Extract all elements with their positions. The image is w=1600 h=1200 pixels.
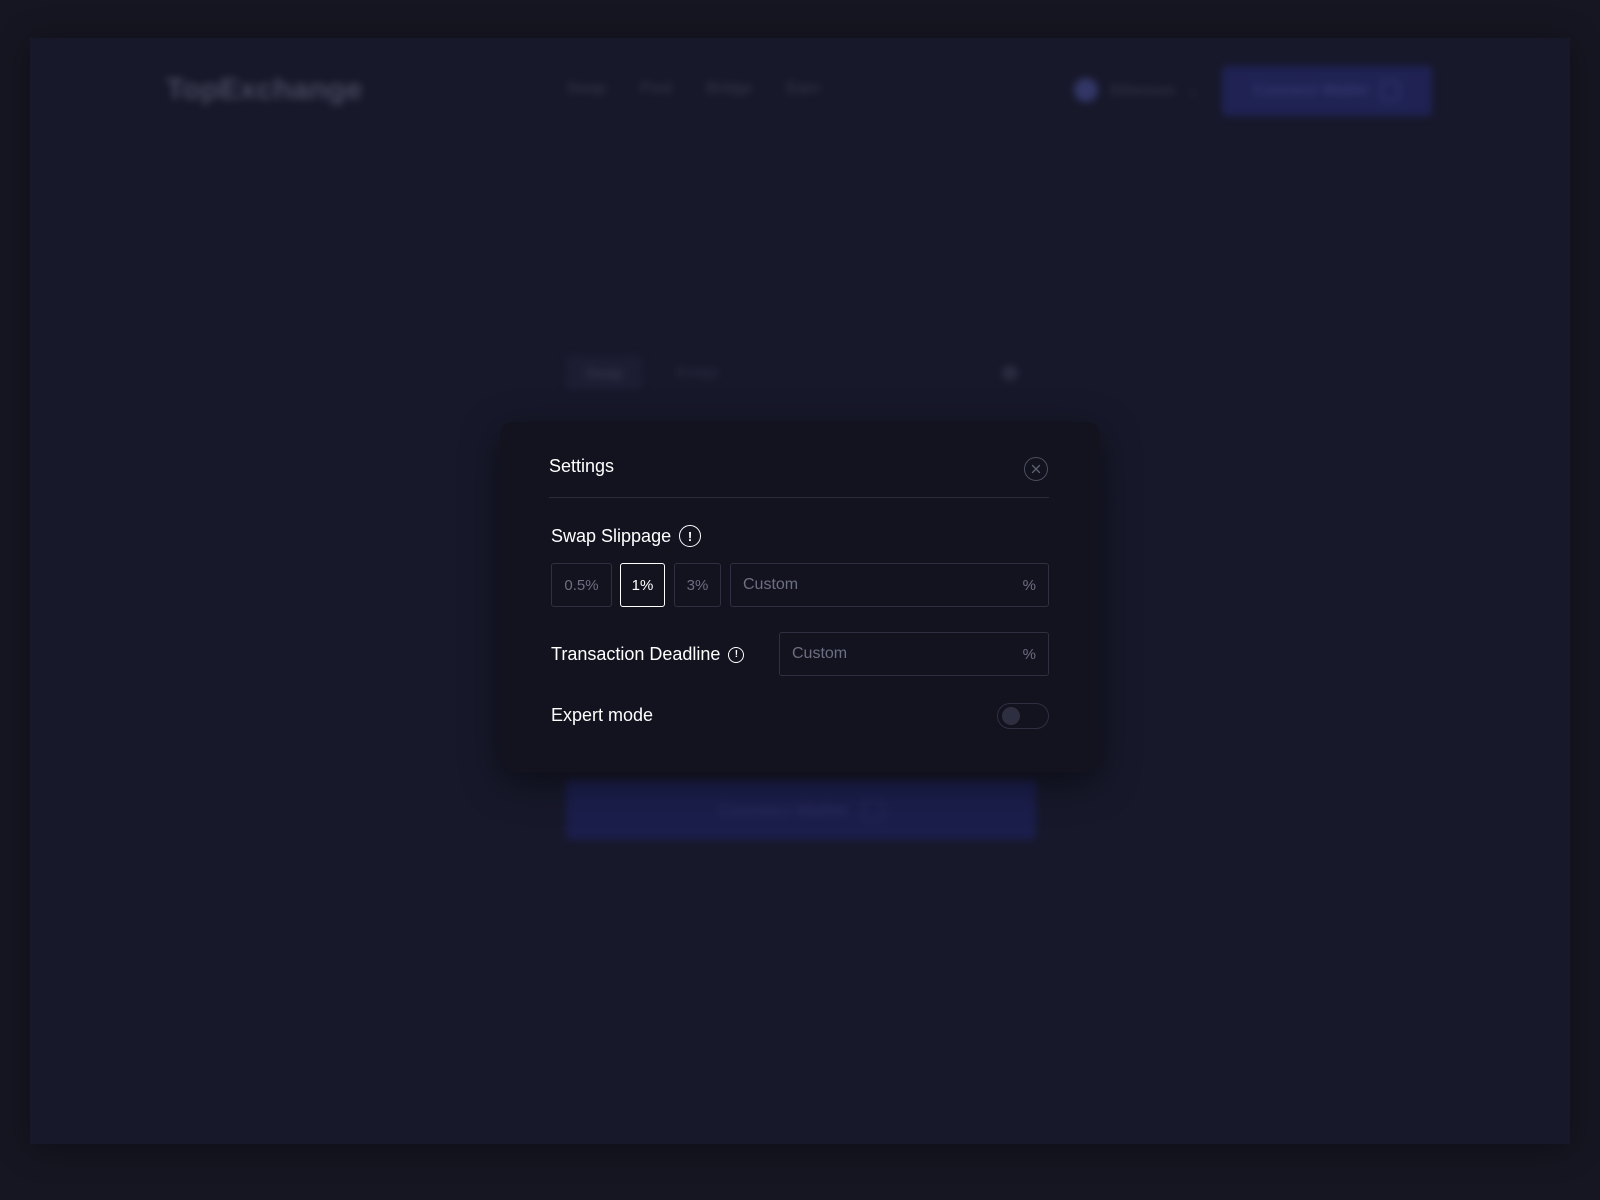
tab-bridge[interactable]: Bridge xyxy=(676,364,719,381)
nav-item-earn[interactable]: Earn xyxy=(786,80,820,98)
slippage-label: Swap Slippage xyxy=(551,525,672,546)
header-connect-wallet-button[interactable]: Connect Wallet xyxy=(1222,66,1432,116)
deadline-custom-field[interactable]: % xyxy=(779,632,1049,676)
expert-mode-row-label: Expert mode xyxy=(551,705,653,726)
app-logo: TopExchange xyxy=(166,73,363,106)
deadline-unit: % xyxy=(1022,645,1036,663)
nav-item-swap[interactable]: Swap xyxy=(566,80,606,98)
deadline-label: Transaction Deadline xyxy=(551,644,721,664)
cta-label: Connect Wallet xyxy=(718,799,848,820)
wallet-icon xyxy=(1380,81,1401,101)
slippage-option-3[interactable]: 3% xyxy=(674,563,721,607)
nav-item-pool[interactable]: Pool xyxy=(640,80,672,98)
connect-wallet-label: Connect Wallet xyxy=(1253,82,1369,99)
close-button[interactable] xyxy=(1024,457,1048,481)
deadline-custom-input[interactable] xyxy=(792,645,1023,663)
slippage-row-label: Swap Slippage ! xyxy=(551,525,702,547)
slippage-custom-field[interactable]: % xyxy=(730,563,1049,607)
wallet-icon xyxy=(861,799,884,821)
modal-title: Settings xyxy=(549,456,615,476)
network-label: Ethereum xyxy=(1110,81,1176,99)
toggle-knob xyxy=(1002,707,1020,725)
info-icon[interactable]: ! xyxy=(679,525,702,547)
main-connect-wallet-button[interactable]: Connect Wallet xyxy=(566,780,1036,840)
modal-divider xyxy=(549,497,1049,498)
ethereum-icon xyxy=(1074,78,1098,102)
slippage-unit: % xyxy=(1022,576,1036,594)
tab-swap[interactable]: Swap xyxy=(566,356,642,390)
top-nav: Swap Pool Bridge Earn xyxy=(566,80,820,98)
expert-mode-label: Expert mode xyxy=(551,705,654,725)
slippage-option-1[interactable]: 1% xyxy=(620,563,665,607)
close-icon xyxy=(1031,464,1041,474)
gear-icon[interactable] xyxy=(1002,365,1018,381)
slippage-custom-input[interactable] xyxy=(743,576,1023,594)
deadline-row-label: Transaction Deadline ! xyxy=(551,644,745,665)
settings-modal: Settings Swap Slippage ! 0.5% 1% 3% % Tr… xyxy=(500,422,1100,772)
swap-tabs: Swap Bridge xyxy=(566,356,1036,392)
expert-mode-toggle[interactable] xyxy=(997,703,1049,729)
network-selector[interactable]: Ethereum ⌄ xyxy=(1074,78,1200,102)
slippage-option-0-5[interactable]: 0.5% xyxy=(551,563,612,607)
info-icon[interactable]: ! xyxy=(728,646,745,663)
chevron-down-icon: ⌄ xyxy=(1187,82,1200,99)
nav-item-bridge[interactable]: Bridge xyxy=(706,80,752,98)
